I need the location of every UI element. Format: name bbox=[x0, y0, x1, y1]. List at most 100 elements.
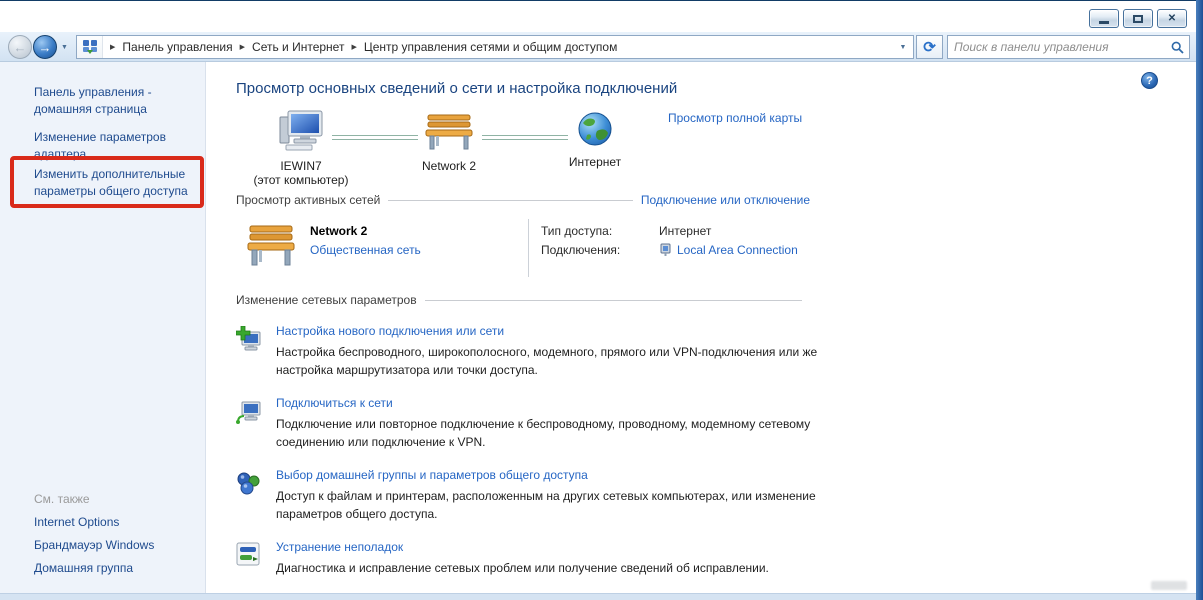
page-title: Просмотр основных сведений о сети и наст… bbox=[236, 80, 1196, 97]
section-title: Изменение сетевых параметров bbox=[236, 293, 417, 307]
map-node-internet[interactable]: Интернет bbox=[550, 111, 640, 169]
troubleshoot-icon bbox=[236, 542, 260, 566]
task-list: Настройка нового подключения или сети На… bbox=[236, 324, 1196, 577]
maximize-icon bbox=[1133, 15, 1143, 23]
breadcrumb-network-internet[interactable]: Сеть и Интернет bbox=[252, 40, 344, 54]
window-bottom-border bbox=[0, 593, 1203, 600]
change-settings-header: Изменение сетевых параметров bbox=[236, 293, 810, 307]
search-icon[interactable] bbox=[1165, 41, 1189, 54]
search-input[interactable] bbox=[948, 40, 1165, 54]
close-icon: ✕ bbox=[1168, 13, 1176, 24]
sidebar-item-windows-firewall[interactable]: Брандмауэр Windows bbox=[34, 537, 204, 554]
map-node-network[interactable]: Network 2 bbox=[394, 113, 504, 173]
history-dropdown[interactable]: ▼ bbox=[61, 44, 68, 51]
section-title: Просмотр активных сетей bbox=[236, 193, 380, 207]
maximize-button[interactable] bbox=[1123, 9, 1153, 28]
network-sharing-center-window: ✕ ← → ▼ ▶ Панель управления ▶ Сеть и Инт… bbox=[0, 0, 1203, 600]
active-network-name-col: Network 2 Общественная сеть bbox=[310, 219, 528, 277]
sidebar-item-change-advanced-sharing[interactable]: Изменить дополнительные параметры общего… bbox=[34, 166, 204, 200]
address-bar[interactable]: ▶ Панель управления ▶ Сеть и Интернет ▶ … bbox=[76, 35, 914, 59]
task-new-connection: Настройка нового подключения или сети На… bbox=[236, 324, 1196, 379]
map-node-label: IEWIN7 bbox=[246, 159, 356, 173]
network-type-link[interactable]: Общественная сеть bbox=[310, 243, 528, 257]
address-app-icon-segment bbox=[77, 36, 103, 58]
map-node-label: Network 2 bbox=[394, 159, 504, 173]
forward-icon: → bbox=[39, 40, 52, 55]
task-icon-wrap bbox=[236, 540, 276, 577]
address-dropdown-icon[interactable]: ▼ bbox=[893, 44, 913, 51]
minimize-icon bbox=[1099, 21, 1109, 24]
task-text: Выбор домашней группы и параметров общег… bbox=[276, 468, 821, 523]
access-type-label: Тип доступа: bbox=[541, 224, 659, 238]
refresh-button[interactable]: ⟳ bbox=[916, 35, 943, 59]
see-also-header: См. также bbox=[34, 492, 90, 506]
task-title-link[interactable]: Устранение неполадок bbox=[276, 540, 821, 554]
watermark bbox=[1151, 581, 1187, 590]
local-area-connection-link[interactable]: Local Area Connection bbox=[677, 243, 798, 257]
sidebar-item-control-panel-home[interactable]: Панель управления - домашняя страница bbox=[34, 84, 204, 118]
map-node-this-computer[interactable]: IEWIN7 (этот компьютер) bbox=[246, 109, 356, 187]
refresh-icon: ⟳ bbox=[923, 38, 936, 56]
task-description: Доступ к файлам и принтерам, расположенн… bbox=[276, 487, 821, 523]
main-content: ? Просмотр основных сведений о сети и на… bbox=[207, 62, 1196, 593]
section-divider bbox=[388, 200, 633, 201]
network-name: Network 2 bbox=[310, 224, 528, 238]
active-network-info: Тип доступа: Интернет Подключения: Local… bbox=[541, 219, 798, 277]
back-icon: ← bbox=[14, 40, 27, 55]
window-right-border bbox=[1196, 0, 1203, 600]
breadcrumb-network-sharing-center[interactable]: Центр управления сетями и общим доступом bbox=[364, 40, 618, 54]
help-icon: ? bbox=[1146, 75, 1153, 87]
task-icon-wrap bbox=[236, 324, 276, 379]
connect-network-icon bbox=[236, 398, 262, 424]
breadcrumb-control-panel[interactable]: Панель управления bbox=[122, 40, 232, 54]
connect-disconnect-link[interactable]: Подключение или отключение bbox=[641, 193, 810, 207]
breadcrumb-arrow-icon: ▶ bbox=[351, 43, 356, 51]
back-button[interactable]: ← bbox=[8, 35, 32, 59]
globe-icon bbox=[577, 111, 613, 147]
help-button[interactable]: ? bbox=[1141, 72, 1158, 89]
connections-label: Подключения: bbox=[541, 243, 659, 257]
new-connection-icon bbox=[236, 326, 262, 352]
task-description: Настройка беспроводного, широкополосного… bbox=[276, 343, 821, 379]
section-divider bbox=[425, 300, 802, 301]
active-network-row: Network 2 Общественная сеть Тип доступа:… bbox=[236, 219, 810, 277]
network-center-icon bbox=[82, 39, 98, 55]
task-description: Диагностика и исправление сетевых пробле… bbox=[276, 559, 821, 577]
view-full-map-link[interactable]: Просмотр полной карты bbox=[668, 111, 802, 125]
vertical-divider bbox=[528, 219, 529, 277]
task-title-link[interactable]: Настройка нового подключения или сети bbox=[276, 324, 821, 338]
titlebar bbox=[0, 0, 1203, 32]
map-node-label: Интернет bbox=[550, 155, 640, 169]
network-adapter-icon bbox=[659, 243, 672, 257]
minimize-button[interactable] bbox=[1089, 9, 1119, 28]
task-description: Подключение или повторное подключение к … bbox=[276, 415, 821, 451]
map-node-sublabel: (этот компьютер) bbox=[246, 173, 356, 187]
task-text: Устранение неполадок Диагностика и испра… bbox=[276, 540, 821, 577]
task-text: Подключиться к сети Подключение или повт… bbox=[276, 396, 821, 451]
access-type-value: Интернет bbox=[659, 224, 711, 238]
sidebar-item-homegroup[interactable]: Домашняя группа bbox=[34, 560, 204, 577]
sidebar-item-internet-options[interactable]: Internet Options bbox=[34, 514, 204, 531]
task-homegroup-sharing: Выбор домашней группы и параметров общег… bbox=[236, 468, 1196, 523]
task-text: Настройка нового подключения или сети На… bbox=[276, 324, 821, 379]
computer-icon bbox=[278, 109, 324, 151]
search-box bbox=[947, 35, 1190, 59]
task-icon-wrap bbox=[236, 396, 276, 451]
task-troubleshoot: Устранение неполадок Диагностика и испра… bbox=[236, 540, 1196, 577]
homegroup-icon bbox=[236, 470, 262, 496]
navigation-toolbar: ← → ▼ ▶ Панель управления ▶ Сеть и Интер… bbox=[0, 32, 1203, 62]
task-title-link[interactable]: Выбор домашней группы и параметров общег… bbox=[276, 468, 821, 482]
window-controls: ✕ bbox=[1089, 9, 1187, 28]
sidebar-item-change-adapter-settings[interactable]: Изменение параметров адаптера bbox=[34, 129, 204, 163]
close-button[interactable]: ✕ bbox=[1157, 9, 1187, 28]
task-connect-to-network: Подключиться к сети Подключение или повт… bbox=[236, 396, 1196, 451]
breadcrumb-arrow-icon: ▶ bbox=[110, 43, 115, 51]
task-title-link[interactable]: Подключиться к сети bbox=[276, 396, 821, 410]
forward-button[interactable]: → bbox=[33, 35, 57, 59]
bench-icon bbox=[422, 113, 476, 151]
breadcrumb-arrow-icon: ▶ bbox=[240, 43, 245, 51]
bench-icon bbox=[244, 223, 298, 267]
network-map: IEWIN7 (этот компьютер) Network 2 bbox=[236, 109, 836, 193]
active-networks-header: Просмотр активных сетей Подключение или … bbox=[236, 193, 810, 207]
task-pane-sidebar: Панель управления - домашняя страница Из… bbox=[0, 62, 206, 593]
